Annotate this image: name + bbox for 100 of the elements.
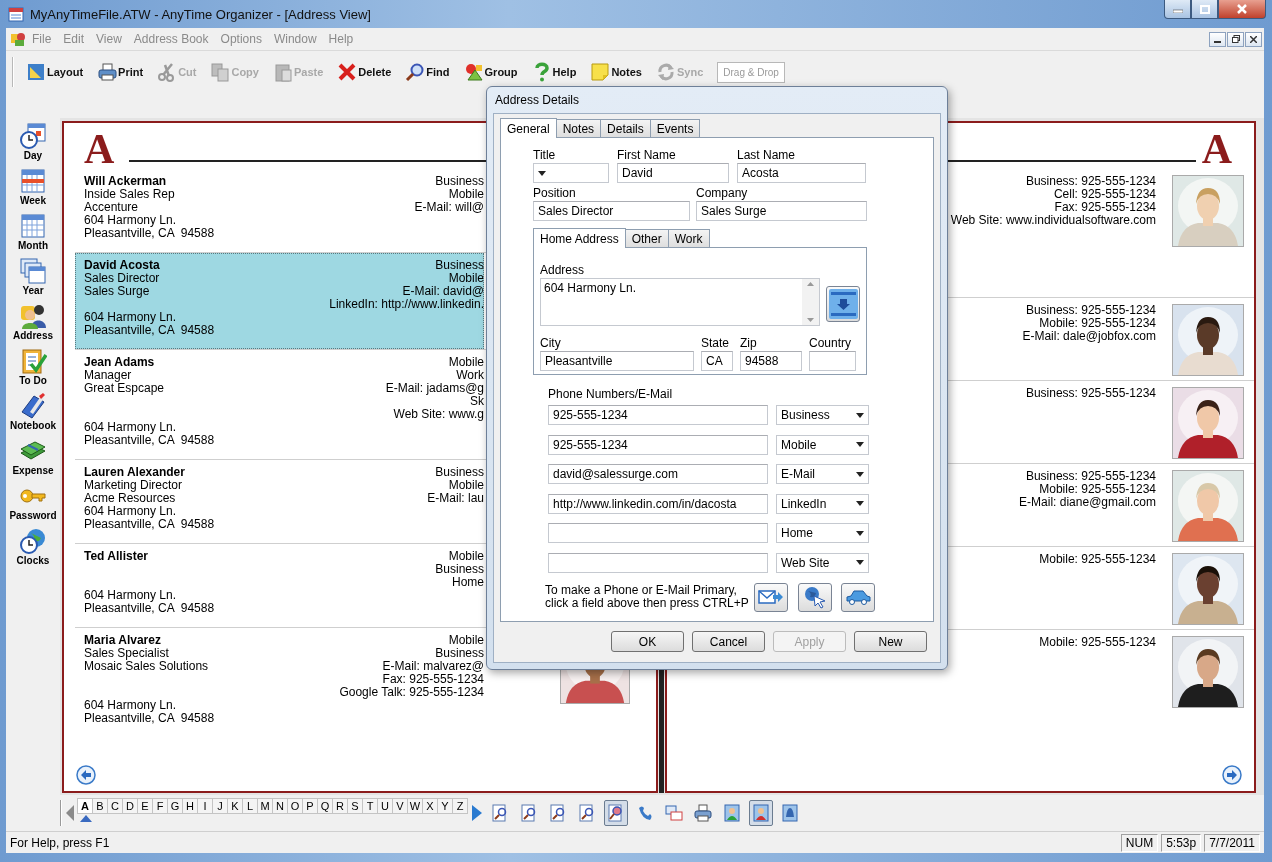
type-dropdown[interactable]: Home <box>776 523 869 543</box>
text-field[interactable]: Pleasantville <box>540 351 694 371</box>
letter-tab[interactable]: G <box>167 798 183 814</box>
letter-tab[interactable]: L <box>242 798 258 814</box>
sidebar-item[interactable]: Password <box>7 482 59 527</box>
letter-tab[interactable]: I <box>197 798 213 814</box>
sidebar-item[interactable]: To Do <box>7 347 59 392</box>
address-lookup-button[interactable] <box>826 286 860 322</box>
type-dropdown[interactable]: Web Site <box>776 552 869 573</box>
dialog-button[interactable]: Cancel <box>692 631 765 652</box>
tab[interactable]: Notes <box>555 119 602 137</box>
letter-tab[interactable]: S <box>347 798 363 814</box>
text-field[interactable] <box>809 351 856 371</box>
text-field[interactable]: CA <box>701 351 733 371</box>
contact-entry[interactable]: Maria Alvarez Sales Specialist Mosaic Sales Solutions Mobile Business E-Mail: malvarez@ Fax: 925-555-1234 Google Talk: 925-555-1234 604 Harmony Ln. Pleasantville, CA 94588 <box>75 628 484 737</box>
text-field[interactable] <box>548 523 768 543</box>
letter-tab[interactable]: R <box>332 798 348 814</box>
tab[interactable]: Work <box>667 229 710 247</box>
letter-tab[interactable]: O <box>287 798 303 814</box>
minimize-button[interactable] <box>1164 0 1191 19</box>
letter-tab[interactable]: F <box>152 798 168 814</box>
text-field[interactable]: 925-555-1234 <box>548 405 768 425</box>
contact-entry[interactable]: Ted Allister Mobile Business Home 604 Harmony Ln. Pleasantville, CA 94588 <box>75 544 484 627</box>
view-button[interactable] <box>749 800 773 826</box>
minimize-button[interactable] <box>1209 31 1226 47</box>
type-dropdown[interactable]: Business <box>776 405 869 425</box>
tab[interactable]: Other <box>624 229 669 247</box>
letter-tab[interactable]: B <box>92 798 108 814</box>
letter-tab[interactable]: H <box>182 798 198 814</box>
sidebar-item[interactable]: Month <box>7 212 59 257</box>
letter-tab[interactable]: W <box>407 798 423 814</box>
contact-entry[interactable]: Jean Adams Manager Great Espcape Mobile Work E-Mail: jadams@g Sk Web Site: www.g 604 Harmony Ln. Pleasantville, CA 94588 <box>75 350 484 459</box>
close-button[interactable] <box>1245 31 1262 47</box>
scrollbar[interactable] <box>802 279 819 325</box>
letter-tab[interactable]: K <box>227 798 243 814</box>
tab[interactable]: General <box>500 118 557 138</box>
toolbar-button[interactable]: Layout <box>22 57 88 87</box>
toolbar-button[interactable]: Find <box>401 57 454 87</box>
letter-tab[interactable]: Y <box>437 798 453 814</box>
toolbar-button[interactable]: Group <box>459 57 522 87</box>
tab[interactable]: Home Address <box>533 228 626 248</box>
sidebar-item[interactable]: Clocks <box>7 527 59 572</box>
type-dropdown[interactable]: Mobile <box>776 434 869 455</box>
contact-entry[interactable]: Lauren Alexander Marketing Director Acme Resources Business Mobile E-Mail: lau 604 Harmony Ln. Pleasantville, CA 94588 <box>75 460 484 543</box>
clipboard-icon <box>272 62 293 82</box>
letter-tab[interactable]: Q <box>317 798 333 814</box>
address-field[interactable]: 604 Harmony Ln. <box>540 278 820 326</box>
contact-method: Business <box>435 563 484 576</box>
restore-button[interactable] <box>1227 31 1244 47</box>
contact-entry[interactable]: Will Ackerman Inside Sales Rep Accenture Business Mobile E-Mail: will@ 604 Harmony Ln. Pleasantville, CA 94588 <box>75 169 484 252</box>
web-button[interactable] <box>798 582 832 612</box>
close-button[interactable] <box>1218 0 1266 19</box>
toolbar-button[interactable]: Print <box>93 57 148 87</box>
letter-tab[interactable]: M <box>257 798 273 814</box>
letter-tab[interactable]: D <box>122 798 138 814</box>
type-dropdown[interactable]: E-Mail <box>776 464 869 484</box>
letter-tab[interactable]: J <box>212 798 228 814</box>
sidebar-item[interactable]: Expense <box>7 437 59 482</box>
letter-tab[interactable]: E <box>137 798 153 814</box>
text-field[interactable]: David <box>617 163 729 183</box>
toolbar-button[interactable]: Notes <box>586 57 646 87</box>
dialog-button[interactable]: New <box>854 631 927 652</box>
dialog-button[interactable]: OK <box>611 631 684 652</box>
letter-tab[interactable]: U <box>377 798 393 814</box>
next-button[interactable] <box>471 804 483 822</box>
maximize-button[interactable] <box>1191 0 1218 19</box>
text-field[interactable] <box>548 552 768 573</box>
sidebar-item[interactable]: Day <box>7 122 59 167</box>
text-field[interactable]: Sales Director <box>533 201 690 221</box>
ruler-icon <box>26 62 46 82</box>
letter-tab[interactable]: T <box>362 798 378 814</box>
sidebar-item[interactable]: Notebook <box>7 392 59 437</box>
text-field[interactable]: http://www.linkedin.com/in/dacosta <box>548 493 768 514</box>
letter-tab[interactable]: X <box>422 798 438 814</box>
letter-tab[interactable]: C <box>107 798 123 814</box>
toolbar-button[interactable]: Help <box>527 57 581 87</box>
text-field[interactable]: 925-555-1234 <box>548 434 768 455</box>
toolbar-button[interactable]: Delete <box>333 57 396 87</box>
letter-tab[interactable]: N <box>272 798 288 814</box>
view-button[interactable] <box>604 800 628 826</box>
sidebar-item[interactable]: Year <box>7 257 59 302</box>
contact-entry[interactable]: David Acosta Sales Director Sales Surge Business Mobile E-Mail: david@ LinkedIn: http://www.linkedin. 604 Harmony Ln. Pleasantville, CA 94588 <box>75 253 484 349</box>
letter-tab[interactable]: Z <box>452 798 468 814</box>
text-field[interactable]: Acosta <box>737 163 866 183</box>
type-dropdown[interactable]: LinkedIn <box>776 493 869 514</box>
text-field[interactable]: david@salessurge.com <box>548 464 768 484</box>
previous-button[interactable] <box>65 804 75 822</box>
tab[interactable]: Events <box>649 119 701 137</box>
tab[interactable]: Details <box>600 119 651 137</box>
map-button[interactable] <box>841 582 875 612</box>
text-field[interactable]: 94588 <box>740 351 802 371</box>
letter-tab[interactable]: A <box>77 798 93 814</box>
email-button[interactable] <box>754 582 788 612</box>
field-label: Phone Numbers/E-Mail <box>548 387 674 402</box>
text-field[interactable]: Sales Surge <box>696 201 867 221</box>
sidebar-item[interactable]: Week <box>7 167 59 212</box>
contact-method: Sk <box>470 395 484 408</box>
letter-tab[interactable]: V <box>392 798 408 814</box>
letter-tab[interactable]: P <box>302 798 318 814</box>
sidebar-item[interactable]: Address <box>7 302 59 347</box>
